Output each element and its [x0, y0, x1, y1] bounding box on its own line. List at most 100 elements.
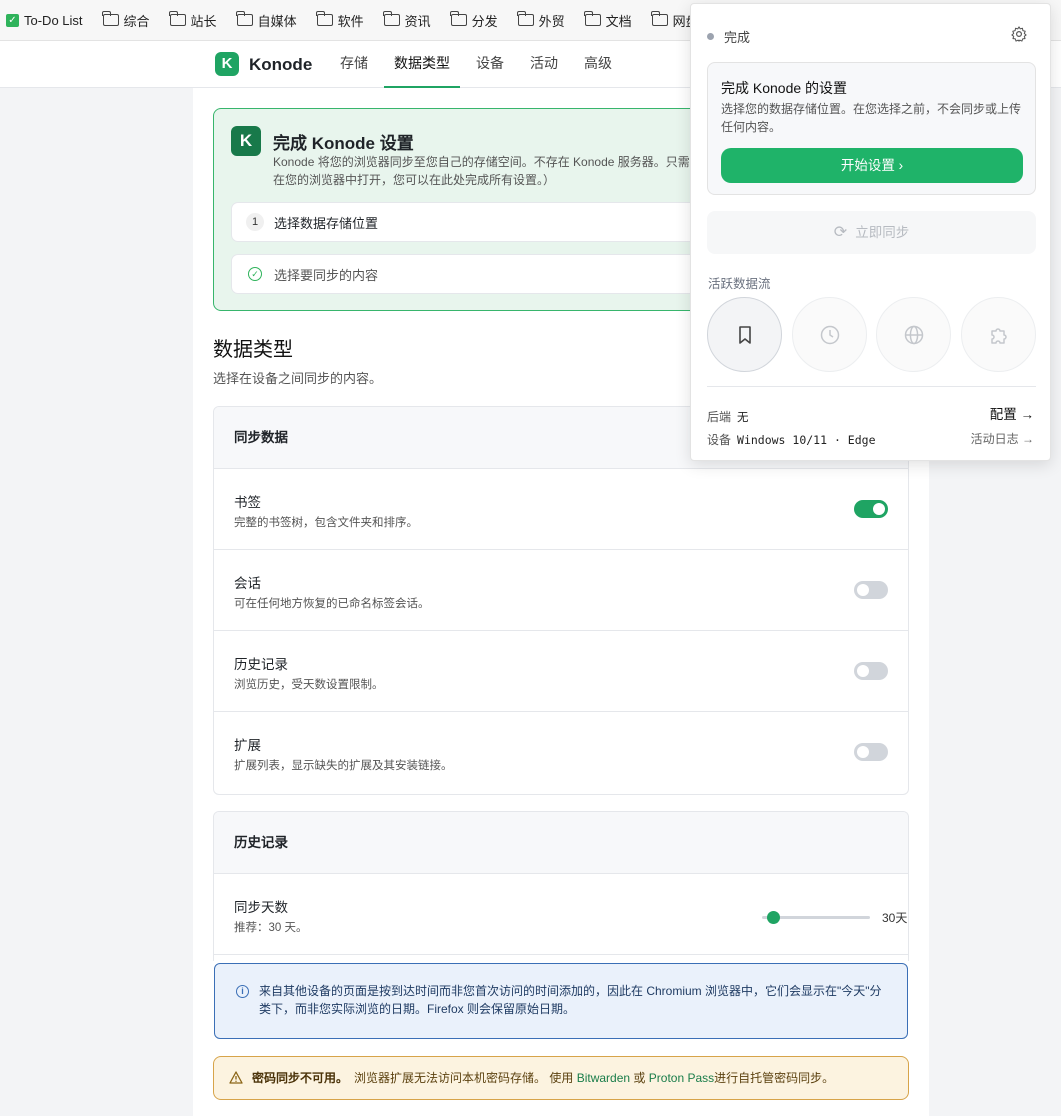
tab-advanced[interactable]: 高级 [574, 41, 622, 88]
row-title: 书签 [234, 495, 261, 510]
config-link[interactable]: 配置 → [990, 403, 1034, 423]
flow-history[interactable] [792, 297, 867, 372]
history-toggle[interactable] [854, 662, 888, 680]
warning-text-2: 进行自托管密码同步。 [714, 1071, 835, 1085]
row-title: 会话 [234, 576, 261, 591]
folder-icon [584, 11, 601, 26]
flow-sessions[interactable] [876, 297, 951, 372]
sync-row-extensions: 扩展 扩展列表，显示缺失的扩展及其安装链接。 [214, 712, 908, 793]
history-days-row: 同步天数 推荐：30 天。 30天 [214, 874, 908, 955]
warning-icon [229, 1071, 243, 1084]
tab-devices[interactable]: 设备 [466, 41, 514, 88]
bookmark-folder[interactable]: 分发 [450, 11, 498, 30]
flow-extensions[interactable] [961, 297, 1036, 372]
bookmark-todo-list[interactable]: ✓ To-Do List [6, 13, 83, 28]
active-flows-label: 活跃数据流 [708, 277, 771, 291]
popup-card-description: 选择您的数据存储位置。在您选择之前，不会同步或上传任何内容。 [721, 102, 1022, 134]
slider-thumb[interactable] [766, 911, 780, 924]
popup-setup-card: 完成 Konode 的设置 选择您的数据存储位置。在您选择之前，不会同步或上传任… [707, 62, 1036, 195]
popup-status: 完成 [707, 27, 750, 46]
start-setup-button[interactable]: 开始设置 › [721, 148, 1023, 183]
folder-label: 文档 [605, 13, 632, 29]
gear-icon[interactable] [1010, 25, 1028, 43]
bookmark-folder[interactable]: 资讯 [383, 11, 431, 30]
sync-row-sessions: 会话 可在任何地方恢复的已命名标签会话。 [214, 550, 908, 631]
row-title: 历史记录 [234, 657, 288, 672]
proton-pass-link[interactable]: Proton Pass [649, 1071, 714, 1085]
row-title: 扩展 [234, 738, 261, 753]
device-label: 设备 [707, 433, 732, 447]
puzzle-icon [991, 328, 1007, 344]
sync-row-bookmarks: 书签 完整的书签树，包含文件夹和排序。 [214, 469, 908, 550]
step-number: 1 [246, 213, 264, 231]
tab-storage[interactable]: 存储 [330, 41, 378, 88]
backend-label: 后端 [707, 410, 732, 424]
tab-data-types[interactable]: 数据类型 [384, 41, 460, 88]
extensions-toggle[interactable] [854, 743, 888, 761]
sync-now-button[interactable]: ⟳ 立即同步 [707, 211, 1036, 254]
folder-icon [383, 11, 400, 26]
row-title: 同步天数 [234, 900, 288, 915]
clock-icon [820, 325, 840, 345]
row-description: 可在任何地方恢复的已命名标签会话。 [234, 598, 430, 610]
folder-icon [651, 11, 668, 26]
row-description: 浏览历史，受天数设置限制。 [234, 679, 384, 691]
flow-bookmarks[interactable] [707, 297, 782, 372]
bookmarks-toggle[interactable] [854, 500, 888, 518]
info-notice: i 来自其他设备的页面是按到达时间而非您首次访问的时间添加的，因此在 Chrom… [214, 963, 908, 1039]
folder-icon [102, 11, 119, 26]
setup-title: 完成 Konode 设置 [273, 134, 414, 153]
popup-card-title: 完成 Konode 的设置 [721, 80, 848, 96]
folder-icon [517, 11, 534, 26]
info-text: 来自其他设备的页面是按到达时间而非您首次访问的时间添加的，因此在 Chromiu… [259, 984, 882, 1016]
step-label: 选择要同步的内容 [274, 267, 379, 283]
section-subtitle: 选择在设备之间同步的内容。 [213, 371, 383, 386]
device-value: Windows 10/11 · Edge [737, 433, 876, 447]
row-description: 扩展列表，显示缺失的扩展及其安装链接。 [234, 760, 453, 772]
slider-value: 30天 [882, 911, 908, 925]
device-info: 设备 Windows 10/11 · Edge [707, 431, 876, 448]
brand-name: Konode [249, 55, 313, 74]
folder-label: 综合 [123, 13, 150, 29]
nav-tabs: 存储 数据类型 设备 活动 高级 [330, 41, 628, 88]
konode-logo: K [215, 52, 239, 76]
folder-label: 分发 [471, 13, 498, 29]
folder-label: 外贸 [538, 13, 565, 29]
row-description: 推荐：30 天。 [234, 922, 308, 934]
bookmark-icon [739, 326, 751, 344]
status-dot [707, 33, 714, 40]
folder-label: 资讯 [404, 13, 431, 29]
folder-label: 软件 [337, 13, 364, 29]
folder-icon [316, 11, 333, 26]
popup-divider [707, 386, 1036, 387]
status-label: 完成 [724, 30, 751, 45]
setup-description: Konode 将您的浏览器同步至您自己的存储空间。不存在 Konode 服务器。… [273, 155, 702, 187]
bookmark-folder[interactable]: 软件 [316, 11, 364, 30]
bookmark-folder[interactable]: 外贸 [517, 11, 565, 30]
sessions-toggle[interactable] [854, 581, 888, 599]
bitwarden-link[interactable]: Bitwarden [577, 1071, 630, 1085]
setup-step-storage[interactable]: 1 选择数据存储位置 [231, 202, 711, 242]
step-label: 选择数据存储位置 [274, 215, 379, 231]
refresh-icon: ⟳ [833, 224, 848, 241]
bookmark-folder[interactable]: 文档 [584, 11, 632, 30]
warning-or: 或 [633, 1071, 646, 1085]
setup-step-content[interactable]: ✓ 选择要同步的内容 [231, 254, 711, 294]
password-warning: 密码同步不可用。 浏览器扩展无法访问本机密码存储。 使用 Bitwarden 或 … [213, 1056, 909, 1100]
warning-title: 密码同步不可用。 [252, 1071, 349, 1085]
history-days-slider[interactable] [762, 911, 870, 924]
checkbox-icon: ✓ [6, 13, 19, 27]
warning-text: 浏览器扩展无法访问本机密码存储。 使用 [354, 1071, 574, 1085]
bookmark-folder[interactable]: 站长 [169, 11, 217, 30]
konode-logo: K [231, 126, 261, 156]
history-card: 历史记录 同步天数 推荐：30 天。 30天 [213, 811, 909, 961]
folder-icon [236, 11, 253, 26]
bookmark-folder[interactable]: 综合 [102, 11, 150, 30]
folder-icon [450, 11, 467, 26]
activity-log-link[interactable]: 活动日志 → [971, 430, 1034, 447]
bookmark-folder[interactable]: 自媒体 [236, 11, 297, 30]
folder-label: 站长 [190, 13, 217, 29]
folder-label: 自媒体 [257, 13, 297, 29]
tab-activity[interactable]: 活动 [520, 41, 568, 88]
folder-icon [169, 11, 186, 26]
